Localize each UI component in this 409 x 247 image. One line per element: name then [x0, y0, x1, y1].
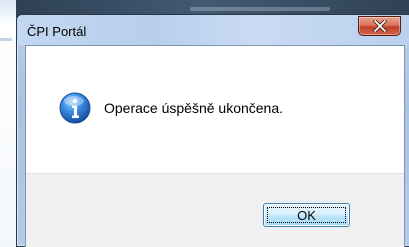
button-area: OK	[26, 173, 404, 247]
close-button[interactable]	[358, 16, 401, 36]
ok-button[interactable]: OK	[263, 203, 350, 227]
window-title: ČPI Portál	[27, 24, 87, 39]
message-area: Operace úspěšně ukončena.	[26, 46, 404, 173]
close-icon	[372, 20, 387, 32]
info-icon	[59, 92, 91, 124]
background-window-strip	[0, 0, 16, 247]
title-bar[interactable]: ČPI Portál	[17, 15, 409, 45]
message-text: Operace úspěšně ukončena.	[104, 100, 284, 116]
dialog-body: Operace úspěšně ukončena. OK	[25, 45, 405, 247]
focus-rectangle	[267, 207, 346, 223]
message-dialog: ČPI Portál Operace úspěšně ukončena. OK	[16, 14, 409, 247]
